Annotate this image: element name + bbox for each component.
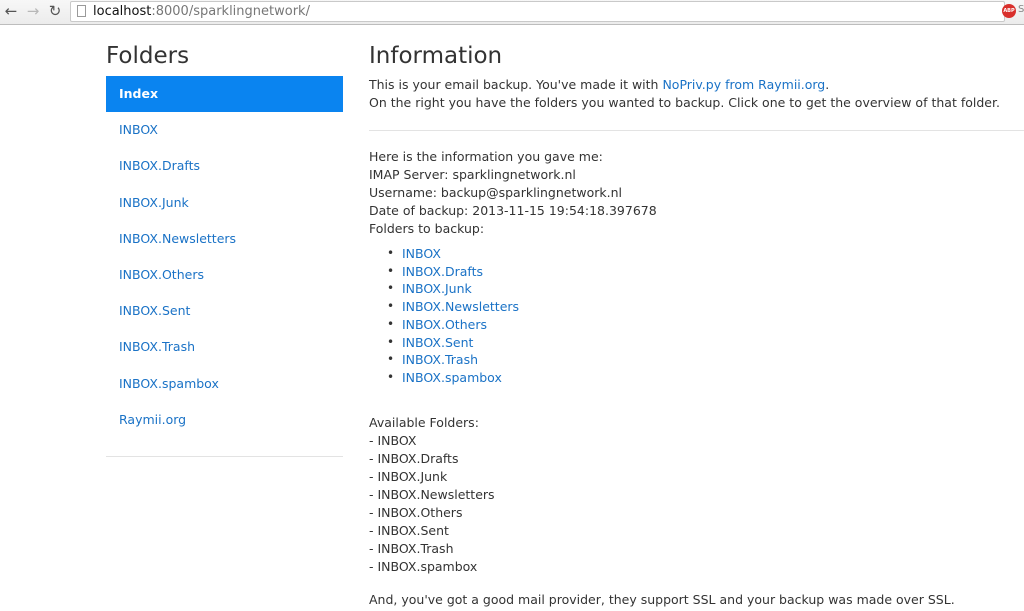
- sidebar-item-inbox-trash[interactable]: INBOX.Trash: [106, 329, 343, 365]
- intro-line-2: On the right you have the folders you wa…: [369, 95, 1000, 110]
- sidebar-item-inbox-junk[interactable]: INBOX.Junk: [106, 185, 343, 221]
- url-host: localhost: [93, 4, 152, 19]
- backup-info: Here is the information you gave me: IMA…: [369, 148, 657, 238]
- folders-heading: Folders to backup:: [369, 221, 485, 236]
- list-item: INBOX.Junk: [387, 280, 519, 298]
- adblock-extension-icon[interactable]: ABP: [1002, 4, 1016, 18]
- list-item: INBOX.Others: [387, 316, 519, 334]
- page-icon: [77, 5, 86, 17]
- available-folder: - INBOX.Sent: [369, 523, 449, 538]
- address-bar[interactable]: localhost:8000/sparklingnetwork/: [70, 1, 1005, 22]
- folders-to-backup-list: INBOX INBOX.Drafts INBOX.Junk INBOX.News…: [387, 245, 519, 387]
- sidebar-divider: [106, 456, 343, 457]
- folder-link-inbox-sent[interactable]: INBOX.Sent: [402, 335, 473, 350]
- ssl-note: And, you've got a good mail provider, th…: [369, 592, 955, 607]
- url-path: :8000/sparklingnetwork/: [151, 4, 310, 19]
- available-folder: - INBOX.spambox: [369, 559, 478, 574]
- page-title: Information: [369, 43, 503, 69]
- available-folder: - INBOX.Newsletters: [369, 487, 495, 502]
- available-heading: Available Folders:: [369, 415, 479, 430]
- folder-link-inbox-junk[interactable]: INBOX.Junk: [402, 281, 472, 296]
- sidebar-title: Folders: [106, 43, 190, 69]
- list-item: INBOX.Drafts: [387, 263, 519, 281]
- available-folder: - INBOX: [369, 433, 417, 448]
- list-item: INBOX: [387, 245, 519, 263]
- folder-link-inbox-newsletters[interactable]: INBOX.Newsletters: [402, 299, 519, 314]
- info-heading: Here is the information you gave me:: [369, 149, 603, 164]
- intro-text: This is your email backup. You've made i…: [369, 77, 663, 92]
- url-text[interactable]: localhost:8000/sparklingnetwork/: [93, 3, 310, 21]
- available-folders: Available Folders: - INBOX - INBOX.Draft…: [369, 414, 495, 576]
- backup-date: Date of backup: 2013-11-15 19:54:18.3976…: [369, 203, 657, 218]
- folder-link-inbox-drafts[interactable]: INBOX.Drafts: [402, 264, 483, 279]
- reload-icon[interactable]: ↻: [46, 2, 64, 20]
- main-content: Information This is your email backup. Y…: [369, 40, 1024, 112]
- folder-link-inbox-trash[interactable]: INBOX.Trash: [402, 352, 478, 367]
- intro-line-1: This is your email backup. You've made i…: [369, 76, 1024, 94]
- folder-link-inbox-others[interactable]: INBOX.Others: [402, 317, 487, 332]
- sidebar-item-inbox[interactable]: INBOX: [106, 112, 343, 148]
- available-folder: - INBOX.Trash: [369, 541, 454, 556]
- username: Username: backup@sparklingnetwork.nl: [369, 185, 623, 200]
- extension-partial-icon[interactable]: S: [1018, 4, 1024, 15]
- imap-server: IMAP Server: sparklingnetwork.nl: [369, 167, 576, 182]
- sidebar: Folders Index INBOX INBOX.Drafts INBOX.J…: [106, 40, 343, 438]
- sidebar-item-index[interactable]: Index: [106, 76, 343, 113]
- back-arrow-icon[interactable]: ←: [2, 2, 20, 20]
- folder-link-inbox-spambox[interactable]: INBOX.spambox: [402, 370, 502, 385]
- content-divider: [369, 130, 1024, 131]
- sidebar-item-raymii[interactable]: Raymii.org: [106, 402, 343, 438]
- forward-arrow-icon[interactable]: →: [24, 2, 42, 20]
- folder-link-inbox[interactable]: INBOX: [402, 246, 441, 261]
- browser-toolbar: ← → ↻ localhost:8000/sparklingnetwork/ A…: [0, 0, 1024, 25]
- list-item: INBOX.Sent: [387, 334, 519, 352]
- list-item: INBOX.Trash: [387, 351, 519, 369]
- nopriv-link[interactable]: NoPriv.py: [662, 77, 721, 92]
- available-folder: - INBOX.Junk: [369, 469, 448, 484]
- available-folder: - INBOX.Drafts: [369, 451, 459, 466]
- intro-period: .: [825, 77, 830, 92]
- sidebar-item-inbox-drafts[interactable]: INBOX.Drafts: [106, 148, 343, 184]
- list-item: INBOX.spambox: [387, 369, 519, 387]
- folder-nav: Index INBOX INBOX.Drafts INBOX.Junk INBO…: [106, 76, 343, 438]
- sidebar-item-inbox-others[interactable]: INBOX.Others: [106, 257, 343, 293]
- available-folder: - INBOX.Others: [369, 505, 463, 520]
- list-item: INBOX.Newsletters: [387, 298, 519, 316]
- raymii-link[interactable]: from Raymii.org: [725, 77, 825, 92]
- sidebar-item-inbox-sent[interactable]: INBOX.Sent: [106, 293, 343, 329]
- sidebar-item-inbox-newsletters[interactable]: INBOX.Newsletters: [106, 221, 343, 257]
- sidebar-item-inbox-spambox[interactable]: INBOX.spambox: [106, 366, 343, 402]
